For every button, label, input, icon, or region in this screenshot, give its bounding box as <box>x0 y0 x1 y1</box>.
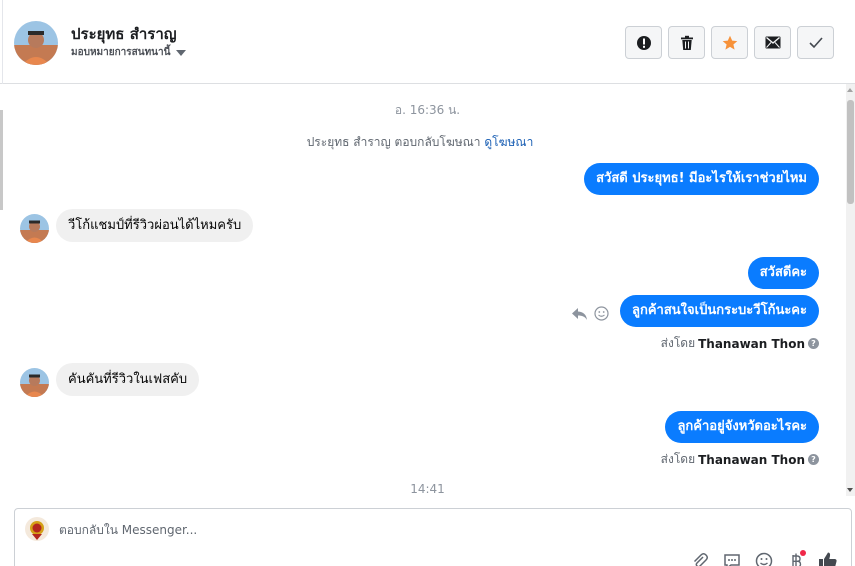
avatar[interactable] <box>20 368 49 397</box>
sent-by-label: ส่งโดย <box>660 452 696 466</box>
notification-dot <box>800 550 806 556</box>
sender-name: Thanawan Thon <box>698 452 805 467</box>
saved-reply-icon <box>724 554 740 566</box>
star-icon <box>722 35 737 50</box>
envelope-icon <box>765 36 780 49</box>
timestamp: 14:41 <box>410 482 445 496</box>
message-outgoing[interactable]: สวัสดีคะ <box>747 257 819 289</box>
mark-done-button[interactable] <box>797 26 834 59</box>
contact-name: ประยุทธ สำราญ <box>71 25 177 43</box>
thread-scrollbar[interactable] <box>846 84 855 496</box>
ad-reply-text: ประยุทธ สำราญ ตอบกลับโฆษณา <box>306 135 481 149</box>
ad-reply-notice: ประยุทธ สำราญ ตอบกลับโฆษณา ดูโฆษณา <box>0 133 840 152</box>
emoji-button[interactable] <box>754 551 774 566</box>
sent-by-line: ส่งโดย Thanawan Thon ? <box>661 450 819 469</box>
conversation-header: ประยุทธ สำราญ มอบหมายการสนทนานี้ <box>0 0 855 84</box>
reply-input[interactable] <box>59 519 659 541</box>
message-outgoing[interactable]: ลูกค้าอยู่จังหวัดอะไรคะ <box>665 411 819 443</box>
message-incoming[interactable]: วีโก้แชมป์ที่รีวิวผ่อนได้ไหมครับ <box>56 209 254 242</box>
check-icon <box>808 37 823 49</box>
saved-replies-button[interactable] <box>722 551 742 566</box>
assign-label: มอบหมายการสนทนานี้ <box>71 47 171 58</box>
help-icon[interactable]: ? <box>808 454 819 465</box>
thumbs-up-icon <box>819 552 837 566</box>
timestamp: อ. 16:36 น. <box>394 103 461 117</box>
sender-name: Thanawan Thon <box>698 336 805 351</box>
reply-icon[interactable] <box>571 307 588 321</box>
scroll-up-icon[interactable] <box>847 88 853 92</box>
sent-by-label: ส่งโดย <box>660 336 696 350</box>
message-hover-actions <box>571 306 609 321</box>
page-avatar <box>25 517 49 541</box>
message-outgoing[interactable]: ลูกค้าสนใจเป็นกระบะวีโก้นะคะ <box>620 295 819 327</box>
payment-button[interactable] <box>786 550 806 566</box>
avatar[interactable] <box>20 214 49 243</box>
delete-button[interactable] <box>668 26 705 59</box>
view-ad-link[interactable]: ดูโฆษณา <box>484 135 533 149</box>
sent-by-line: ส่งโดย Thanawan Thon ? <box>661 334 819 353</box>
alert-icon <box>636 35 651 50</box>
message-incoming[interactable]: คันคันที่รีวิวในเฟสคับ <box>56 363 200 396</box>
mark-unread-button[interactable] <box>754 26 791 59</box>
mark-spam-button[interactable] <box>625 26 662 59</box>
avatar[interactable] <box>14 21 58 65</box>
help-icon[interactable]: ? <box>808 338 819 349</box>
emoji-icon <box>755 552 773 566</box>
assign-conversation-dropdown[interactable]: มอบหมายการสนทนานี้ <box>71 45 187 60</box>
paperclip-icon <box>693 553 708 566</box>
star-button[interactable] <box>711 26 748 59</box>
like-button[interactable] <box>818 551 838 566</box>
emoji-icon[interactable] <box>594 306 609 321</box>
reply-composer <box>14 508 852 566</box>
caret-down-icon <box>176 49 187 56</box>
left-scroll-indicator <box>0 110 3 210</box>
message-outgoing[interactable]: สวัสดี ประยุทธ! มีอะไรให้เราช่วยไหม <box>584 163 819 195</box>
composer-toolbar <box>690 550 838 566</box>
attach-button[interactable] <box>690 551 710 566</box>
header-actions <box>625 26 834 59</box>
trash-icon <box>680 35 693 50</box>
divider <box>2 0 3 84</box>
